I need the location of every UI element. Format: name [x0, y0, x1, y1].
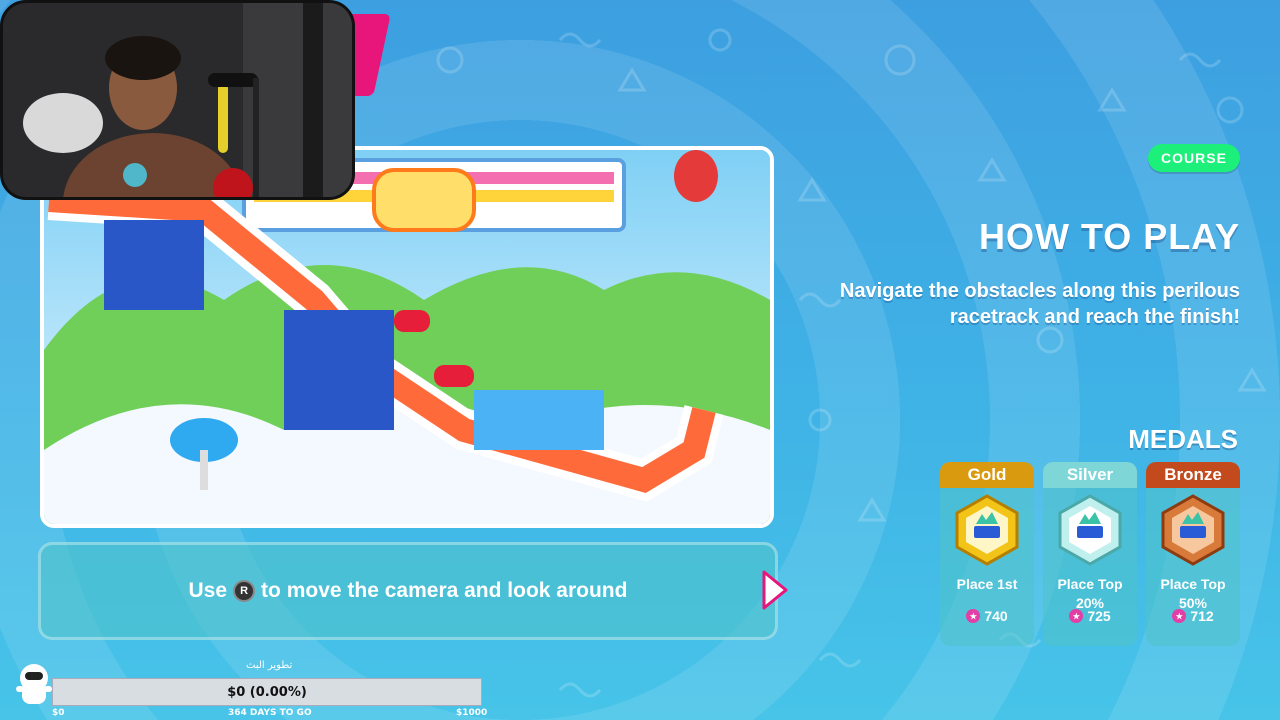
ghost-mascot-icon: [16, 664, 52, 704]
crown-points-icon: ★: [966, 609, 981, 623]
medal-name: Gold: [940, 462, 1034, 488]
medal-card-gold: Gold Place 1st ★ 740: [940, 462, 1034, 646]
donation-progress-bar: $0 (0.00%): [52, 678, 482, 706]
right-stick-button-icon: R: [233, 580, 256, 602]
medal-points: 725: [1087, 608, 1111, 624]
medal-points: 740: [984, 608, 1008, 624]
goal-min: $0: [52, 708, 65, 718]
round-type-badge: COURSE: [1148, 144, 1240, 172]
goal-days-remaining: 364 DAYS TO GO: [228, 708, 312, 718]
medal-name: Bronze: [1146, 462, 1240, 488]
streamer-webcam: [0, 0, 355, 200]
gold-medal-icon: [955, 494, 1019, 566]
tip-text-before: Use: [188, 579, 228, 602]
how-to-play-title: HOW TO PLAY: [978, 216, 1240, 257]
crown-points-icon: ★: [1069, 609, 1084, 623]
bronze-medal-icon: [1161, 494, 1225, 566]
goal-max: $1000: [456, 708, 488, 718]
next-tip-arrow-icon[interactable]: [758, 568, 790, 612]
crown-points-icon: ★: [1172, 609, 1187, 623]
medal-condition-line1: Place Top: [1160, 576, 1226, 592]
course-preview-image: [40, 146, 774, 528]
medal-card-bronze: Bronze Place Top 50% ★ 712: [1146, 462, 1240, 646]
how-to-play-description: Navigate the obstacles along this perilo…: [839, 280, 1240, 328]
tip-text-after: to move the camera and look around: [261, 579, 628, 602]
webcam-feed: [3, 3, 352, 197]
medal-condition-line1: Place 1st: [956, 576, 1018, 592]
camera-tip-panel: Use R to move the camera and look around: [38, 542, 778, 640]
donation-goal-label: تطوير البث: [246, 660, 293, 671]
medal-points: 712: [1190, 608, 1214, 624]
silver-medal-icon: [1058, 494, 1122, 566]
medal-card-silver: Silver Place Top 20% ★ 725: [1043, 462, 1137, 646]
medal-condition-line1: Place Top: [1057, 576, 1123, 592]
medals-title: MEDALS: [1128, 424, 1238, 454]
donation-amount: $0 (0.00%): [227, 684, 307, 700]
medal-name: Silver: [1043, 462, 1137, 488]
